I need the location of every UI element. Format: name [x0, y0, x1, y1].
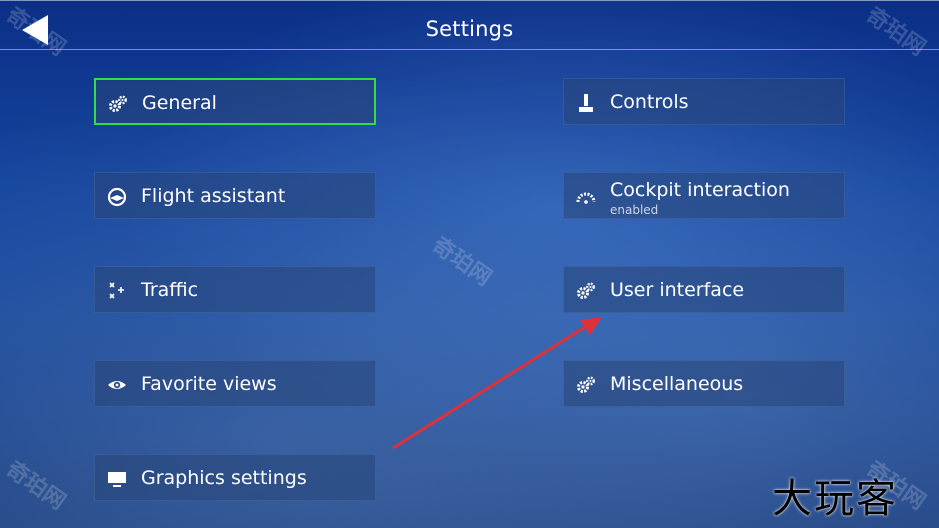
- menu-item-label: User interface: [610, 279, 745, 301]
- menu-item-favorite-views[interactable]: Favorite views: [94, 360, 376, 407]
- menu-item-cockpit-interaction[interactable]: Cockpit interaction enabled: [563, 172, 845, 219]
- gears-icon: [108, 94, 128, 114]
- watermark: 奇珀网: [427, 232, 496, 292]
- top-bar: Settings: [0, 0, 939, 50]
- gauge-icon: [576, 187, 596, 207]
- menu-item-user-interface[interactable]: User interface: [563, 266, 845, 313]
- menu-item-label: Cockpit interaction: [610, 179, 790, 201]
- monitor-icon: [107, 469, 127, 489]
- menu-item-general[interactable]: General: [94, 78, 376, 125]
- gears-icon: [576, 375, 596, 395]
- menu-item-label: Traffic: [141, 279, 199, 301]
- menu-item-label: Favorite views: [141, 373, 277, 395]
- menu-item-controls[interactable]: Controls: [563, 78, 845, 125]
- menu-item-label: Controls: [610, 91, 689, 113]
- page-title: Settings: [425, 17, 514, 41]
- menu-item-label: Miscellaneous: [610, 373, 744, 395]
- eye-icon: [107, 375, 127, 395]
- menu-item-graphics-settings[interactable]: Graphics settings: [94, 454, 376, 501]
- watermark: 奇珀网: [1, 456, 70, 516]
- gears-icon: [576, 281, 596, 301]
- brand-watermark: 大玩客: [772, 476, 898, 522]
- menu-item-status: enabled: [610, 203, 659, 217]
- menu-item-label: Graphics settings: [141, 467, 307, 489]
- menu-item-traffic[interactable]: Traffic: [94, 266, 376, 313]
- assistant-icon: [107, 187, 127, 207]
- joystick-icon: [576, 93, 596, 113]
- menu-item-miscellaneous[interactable]: Miscellaneous: [563, 360, 845, 407]
- menu-item-flight-assistant[interactable]: Flight assistant: [94, 172, 376, 219]
- menu-item-label: General: [142, 92, 217, 114]
- menu-item-label: Flight assistant: [141, 185, 286, 207]
- traffic-planes-icon: [107, 281, 127, 301]
